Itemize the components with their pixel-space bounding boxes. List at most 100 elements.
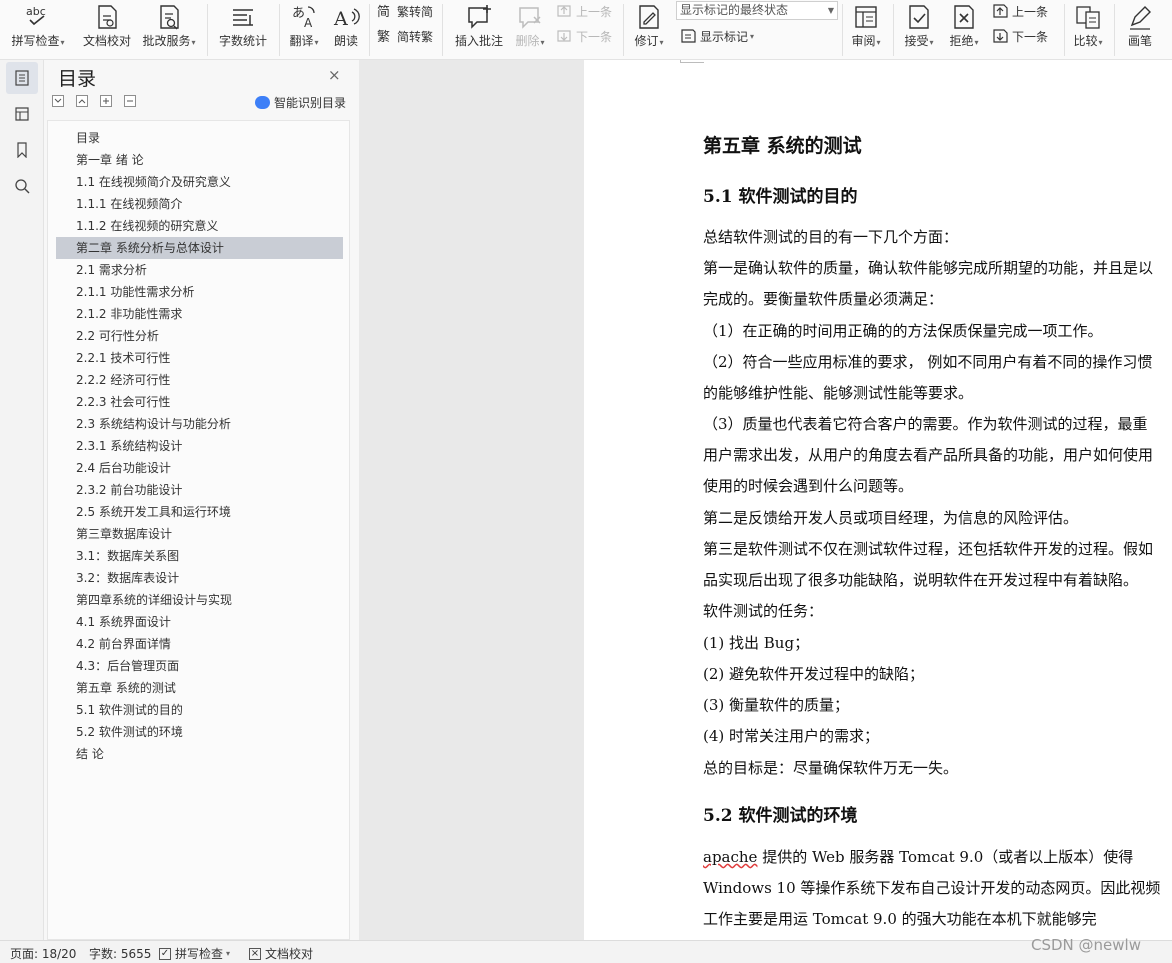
translate-button[interactable]: あA 翻译▾ xyxy=(284,0,324,60)
show-markup-button[interactable]: 显示标记 ▾ xyxy=(680,26,754,46)
toc-item[interactable]: 5.1 软件测试的目的 xyxy=(56,699,343,721)
review-pane-button[interactable]: 审阅▾ xyxy=(846,0,886,60)
doc-paragraph-line: 第一是确认软件的质量，确认软件能够完成所期望的功能，并且是以 xyxy=(703,259,1154,277)
remove-level-icon[interactable] xyxy=(124,95,136,107)
toc-item[interactable]: 第四章系统的详细设计与实现 xyxy=(56,589,343,611)
review-label: 审阅 xyxy=(851,34,876,48)
document-page[interactable]: 第五章 系统的测试 5.1 软件测试的目的 总结软件测试的目的有一下几个方面： … xyxy=(584,60,1172,940)
close-icon[interactable]: × xyxy=(328,66,341,84)
doc-paragraph-line: 用户需求出发，从用户的角度去看产品所具备的功能，用户如何使用 xyxy=(703,446,1154,464)
search-nav-button[interactable] xyxy=(6,170,38,202)
delete-comment-button[interactable]: 删除▾ xyxy=(510,0,550,60)
simp-to-trad-button[interactable]: 繁 简转繁 xyxy=(377,26,433,46)
toc-item[interactable]: 2.2 可行性分析 xyxy=(56,325,343,347)
doc-paragraph-line: 总结软件测试的目的有一下几个方面： xyxy=(703,228,959,246)
outline-nav-button[interactable] xyxy=(6,98,38,130)
svg-text:A: A xyxy=(304,16,313,30)
translate-icon: あA xyxy=(289,2,319,32)
toc-item[interactable]: 3.2：数据库表设计 xyxy=(56,567,343,589)
toc-item[interactable]: 第一章 绪 论 xyxy=(56,149,343,171)
toc-nav-button[interactable] xyxy=(6,62,38,94)
next-change-label: 下一条 xyxy=(1012,29,1049,44)
toc-item[interactable]: 2.3 系统结构设计与功能分析 xyxy=(56,413,343,435)
toc-item[interactable]: 第二章 系统分析与总体设计 xyxy=(56,237,343,259)
page-indicator[interactable]: 页面: 18/20 xyxy=(10,945,76,962)
toc-item[interactable]: 4.1 系统界面设计 xyxy=(56,611,343,633)
read-aloud-button[interactable]: A 朗读 xyxy=(328,0,364,60)
toc-item[interactable]: 第五章 系统的测试 xyxy=(56,677,343,699)
toc-item[interactable]: 4.2 前台界面详情 xyxy=(56,633,343,655)
doc-paragraph-line: (1) 找出 Bug； xyxy=(703,634,810,652)
pen-label: 画笔 xyxy=(1127,34,1152,48)
toc-item[interactable]: 1.1.2 在线视频的研究意义 xyxy=(56,215,343,237)
track-changes-button[interactable]: 修订▾ xyxy=(628,0,670,60)
add-level-icon[interactable] xyxy=(100,95,112,107)
markup-state-select[interactable]: 显示标记的最终状态 ▼ xyxy=(676,1,838,20)
bookmark-nav-button[interactable] xyxy=(6,134,38,166)
expand-up-icon[interactable] xyxy=(76,95,88,107)
insert-comment-button[interactable]: 插入批注 xyxy=(450,0,508,60)
toc-item[interactable]: 2.1.1 功能性需求分析 xyxy=(56,281,343,303)
spell-error-word[interactable]: apache xyxy=(703,848,757,866)
status-spell-check-label: 拼写检查 xyxy=(175,947,224,961)
toc-item[interactable]: 2.2.1 技术可行性 xyxy=(56,347,343,369)
next-change-icon xyxy=(992,28,1009,44)
next-comment-label: 下一条 xyxy=(576,29,613,44)
spell-check-button[interactable]: abc 拼写检查▾ xyxy=(8,0,68,60)
doc-paragraph-line: 品实现后出现了很多功能缺陷，说明软件在开发过程中有着缺陷。 xyxy=(703,571,1139,589)
toc-item[interactable]: 目录 xyxy=(56,127,343,149)
doc-paragraph-line: Windows 10 等操作系统下发布自己设计开发的动态网页。因此视频 xyxy=(703,879,1161,897)
compare-icon xyxy=(1073,2,1103,32)
insert-comment-label: 插入批注 xyxy=(454,34,503,48)
trad-to-simp-label: 繁转简 xyxy=(397,4,434,19)
accept-button[interactable]: 接受▾ xyxy=(899,0,939,60)
review-service-button[interactable]: 批改服务▾ xyxy=(138,0,200,60)
prev-change-button[interactable]: 上一条 xyxy=(992,1,1048,21)
toc-item[interactable]: 1.1.1 在线视频简介 xyxy=(56,193,343,215)
spell-check-icon: abc xyxy=(23,2,53,32)
simp-trad-icon: 繁 xyxy=(377,28,394,45)
ribbon-separator xyxy=(279,4,280,56)
next-change-button[interactable]: 下一条 xyxy=(992,26,1048,46)
doc-paragraph-line: 第三是软件测试不仅在测试软件过程，还包括软件开发的过程。假如 xyxy=(703,540,1154,558)
toc-item[interactable]: 3.1：数据库关系图 xyxy=(56,545,343,567)
doc-paragraph-line: （3）质量也代表着它符合客户的需要。作为软件测试的过程，最重 xyxy=(703,415,1148,433)
toc-item[interactable]: 2.2.2 经济可行性 xyxy=(56,369,343,391)
prev-comment-label: 上一条 xyxy=(576,4,613,19)
trad-simp-icon: 简 xyxy=(377,3,394,20)
word-count-label: 字数统计 xyxy=(218,34,267,48)
smart-toc-button[interactable]: 智能识别目录 xyxy=(255,94,346,111)
toc-icon xyxy=(15,70,29,86)
toc-item[interactable]: 1.1 在线视频简介及研究意义 xyxy=(56,171,343,193)
compare-button[interactable]: 比较▾ xyxy=(1068,0,1108,60)
toc-item[interactable]: 2.4 后台功能设计 xyxy=(56,457,343,479)
toc-item[interactable]: 4.3：后台管理页面 xyxy=(56,655,343,677)
toc-item[interactable]: 2.1 需求分析 xyxy=(56,259,343,281)
doc-paragraph-line: apache 提供的 Web 服务器 Tomcat 9.0（或者以上版本）使得 xyxy=(703,848,1134,866)
toc-item[interactable]: 结 论 xyxy=(56,743,343,765)
next-comment-icon xyxy=(556,28,573,44)
doc-proof-button[interactable]: 文档校对 xyxy=(78,0,136,60)
pen-button[interactable]: 画笔 xyxy=(1120,0,1160,60)
toc-item[interactable]: 第三章数据库设计 xyxy=(56,523,343,545)
word-count-button[interactable]: 字数统计 xyxy=(214,0,272,60)
toc-item[interactable]: 2.5 系统开发工具和运行环境 xyxy=(56,501,343,523)
toc-item[interactable]: 2.3.2 前台功能设计 xyxy=(56,479,343,501)
doc-paragraph-line: 完成的。要衡量软件质量必须满足： xyxy=(703,290,944,308)
toc-item[interactable]: 2.1.2 非功能性需求 xyxy=(56,303,343,325)
next-comment-button[interactable]: 下一条 xyxy=(556,26,612,46)
status-doc-proof[interactable]: × 文档校对 xyxy=(249,945,313,962)
word-count-icon xyxy=(228,2,258,32)
trad-to-simp-button[interactable]: 简 繁转简 xyxy=(377,1,433,21)
collapse-all-icon[interactable] xyxy=(52,95,64,107)
prev-comment-button[interactable]: 上一条 xyxy=(556,1,612,21)
pen-icon xyxy=(1125,2,1155,32)
toc-item[interactable]: 2.3.1 系统结构设计 xyxy=(56,435,343,457)
prev-change-label: 上一条 xyxy=(1012,4,1049,19)
reject-button[interactable]: 拒绝▾ xyxy=(944,0,984,60)
accept-icon xyxy=(904,2,934,32)
word-count-indicator[interactable]: 字数: 5655 xyxy=(89,945,151,962)
status-spell-check[interactable]: ✓ 拼写检查 ▾ xyxy=(159,945,230,962)
toc-item[interactable]: 5.2 软件测试的环境 xyxy=(56,721,343,743)
toc-item[interactable]: 2.2.3 社会可行性 xyxy=(56,391,343,413)
